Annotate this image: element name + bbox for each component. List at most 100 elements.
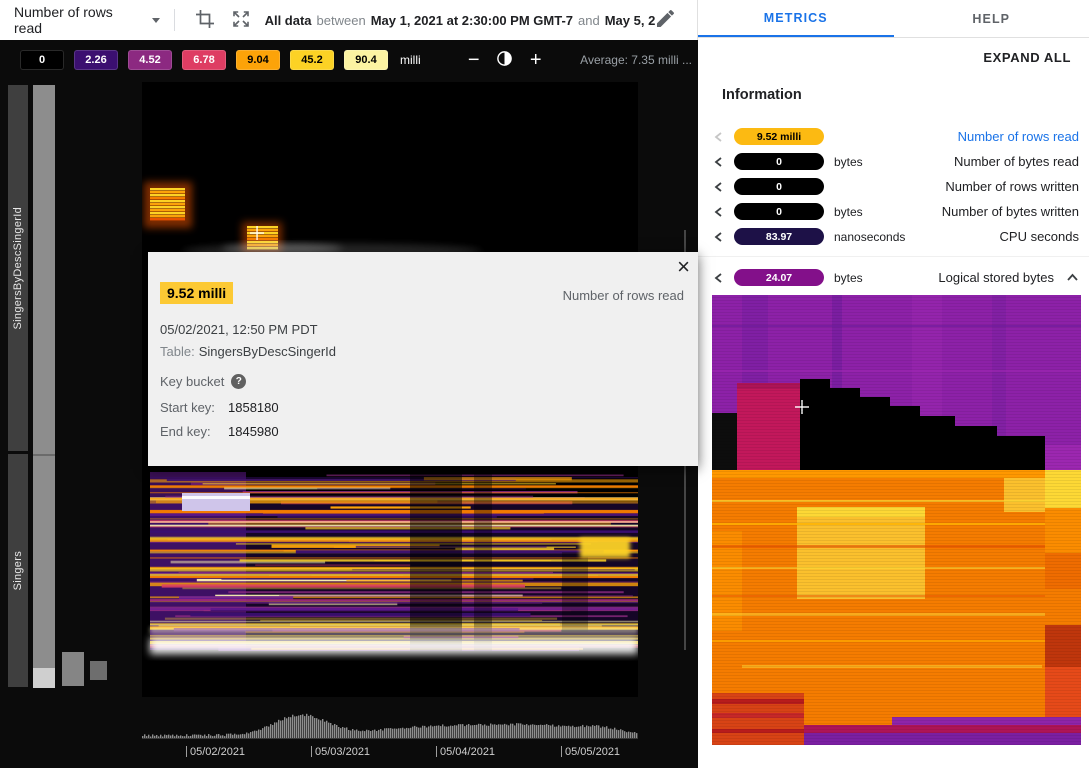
time-range-and: and xyxy=(578,13,600,28)
table-strip-singersbydesc[interactable]: SingersByDescSingerId xyxy=(8,85,28,451)
metric-name[interactable]: Logical stored bytes xyxy=(938,270,1054,285)
metric-name[interactable]: CPU seconds xyxy=(1000,229,1079,244)
legend-stop: 4.52 xyxy=(128,50,172,70)
panel-tabs: METRICS HELP xyxy=(698,0,1089,38)
metric-thumbnail-heatmap[interactable] xyxy=(712,295,1081,745)
metric-row-rows-written: 0 Number of rows written xyxy=(698,174,1089,199)
start-key-label: Start key: xyxy=(160,400,228,415)
tab-metrics[interactable]: METRICS xyxy=(698,0,894,37)
metric-name[interactable]: Number of bytes read xyxy=(954,154,1079,169)
toolbar-divider xyxy=(174,9,175,31)
tooltip-table-row: Table: SingersByDescSingerId xyxy=(160,344,336,359)
keyspace-strip-segment[interactable] xyxy=(33,668,55,688)
end-key-value: 1845980 xyxy=(228,424,279,439)
tab-help[interactable]: HELP xyxy=(894,0,1089,37)
thumbnail-texture-overlay xyxy=(712,295,1081,745)
chevron-left-icon[interactable] xyxy=(714,206,726,218)
metric-name[interactable]: Number of rows written xyxy=(945,179,1079,194)
metric-row-logical-stored-bytes: 24.07 bytes Logical stored bytes xyxy=(698,265,1089,290)
metrics-panel: METRICS HELP EXPAND ALL Information 9.52… xyxy=(698,0,1089,768)
keyspace-density-strip[interactable] xyxy=(33,85,55,688)
legend-unit: milli xyxy=(400,53,421,67)
tooltip-table-value: SingersByDescSingerId xyxy=(199,344,336,359)
axis-date-label: 05/05/2021 xyxy=(561,746,620,758)
chevron-down-icon xyxy=(152,18,160,23)
metric-name[interactable]: Number of bytes written xyxy=(942,204,1079,219)
axis-tick xyxy=(436,746,437,757)
legend-stop: 45.2 xyxy=(290,50,334,70)
metric-list: 9.52 milli Number of rows read 0 bytes N… xyxy=(698,124,1089,249)
time-range-end: May 5, 2 xyxy=(605,13,655,28)
chevron-up-icon[interactable] xyxy=(1066,273,1079,282)
close-icon[interactable]: × xyxy=(677,254,690,280)
contrast-button[interactable] xyxy=(495,50,515,70)
metric-row-rows-read: 9.52 milli Number of rows read xyxy=(698,124,1089,149)
contrast-icon xyxy=(496,50,513,70)
section-divider xyxy=(698,256,1089,257)
axis-tick xyxy=(561,746,562,757)
legend-stop: 9.04 xyxy=(236,50,280,70)
key-visualizer-app: Number of rows read All data between May… xyxy=(0,0,1089,768)
brightness-decrease-button[interactable]: − xyxy=(463,50,485,70)
help-icon[interactable]: ? xyxy=(231,374,246,389)
tooltip-key-bucket-row: Key bucket ? xyxy=(160,374,246,389)
information-title: Information xyxy=(722,87,802,103)
metric-swatch: 0 xyxy=(734,153,824,170)
heatmap-area: 0 2.26 4.52 6.78 9.04 45.2 90.4 milli − … xyxy=(0,40,698,768)
metric-swatch: 83.97 xyxy=(734,228,824,245)
keyspace-strip-divider xyxy=(33,454,55,456)
tooltip-start-key-row: Start key:1858180 xyxy=(160,400,279,415)
metric-name[interactable]: Number of rows read xyxy=(958,129,1079,144)
end-key-label: End key: xyxy=(160,424,228,439)
time-range-text: All data between May 1, 2021 at 2:30:00 … xyxy=(265,13,655,28)
legend-stop: 0 xyxy=(20,50,64,70)
metric-swatch: 24.07 xyxy=(734,269,824,286)
key-bucket-label: Key bucket xyxy=(160,374,224,389)
axis-tick xyxy=(186,746,187,757)
metric-dropdown[interactable]: Number of rows read xyxy=(14,4,160,36)
expand-view-button[interactable] xyxy=(231,10,251,30)
metric-unit: bytes xyxy=(834,271,863,285)
axis-tick xyxy=(311,746,312,757)
tooltip-timestamp: 05/02/2021, 12:50 PM PDT xyxy=(160,322,318,337)
chevron-left-icon[interactable] xyxy=(714,156,726,168)
timeline-histogram[interactable] xyxy=(142,708,638,744)
table-label: Singers xyxy=(12,551,24,590)
tooltip-table-label: Table: xyxy=(160,344,195,359)
metric-swatch: 0 xyxy=(734,203,824,220)
metric-row-bytes-written: 0 bytes Number of bytes written xyxy=(698,199,1089,224)
tooltip-value-chip: 9.52 milli xyxy=(160,282,233,304)
expand-all-button[interactable]: EXPAND ALL xyxy=(983,50,1071,65)
chevron-left-icon[interactable] xyxy=(714,272,726,284)
chevron-left-icon[interactable] xyxy=(714,181,726,193)
tooltip-end-key-row: End key:1845980 xyxy=(160,424,279,439)
brightness-increase-button[interactable]: + xyxy=(525,50,547,70)
legend-stop: 2.26 xyxy=(74,50,118,70)
metric-unit: nanoseconds xyxy=(834,230,905,244)
chevron-left-icon[interactable] xyxy=(714,231,726,243)
table-strip-singers[interactable]: Singers xyxy=(8,454,28,687)
time-range-between: between xyxy=(317,13,366,28)
metric-swatch: 0 xyxy=(734,178,824,195)
time-range-prefix: All data xyxy=(265,13,312,28)
metric-row-cpu-seconds: 83.97 nanoseconds CPU seconds xyxy=(698,224,1089,249)
axis-date-label: 05/04/2021 xyxy=(436,746,495,758)
tooltip-metric-name: Number of rows read xyxy=(563,288,684,303)
edit-time-range-button[interactable] xyxy=(655,10,675,30)
time-range-start: May 1, 2021 at 2:30:00 PM GMT-7 xyxy=(371,13,573,28)
axis-date-label: 05/02/2021 xyxy=(186,746,245,758)
hot-blob-1 xyxy=(150,188,185,220)
pencil-icon xyxy=(657,10,674,30)
bucket-tooltip: × 9.52 milli Number of rows read 05/02/2… xyxy=(148,252,698,466)
metric-unit: bytes xyxy=(834,155,863,169)
keyspace-block[interactable] xyxy=(90,661,107,680)
crop-button[interactable] xyxy=(195,10,215,30)
legend-stop: 90.4 xyxy=(344,50,388,70)
metric-swatch: 9.52 milli xyxy=(734,128,824,145)
keyspace-block[interactable] xyxy=(62,652,84,686)
legend-stop: 6.78 xyxy=(182,50,226,70)
table-label: SingersByDescSingerId xyxy=(12,207,24,329)
metric-unit: bytes xyxy=(834,205,863,219)
chevron-left-icon[interactable] xyxy=(714,131,726,143)
metric-dropdown-label: Number of rows read xyxy=(14,4,145,36)
